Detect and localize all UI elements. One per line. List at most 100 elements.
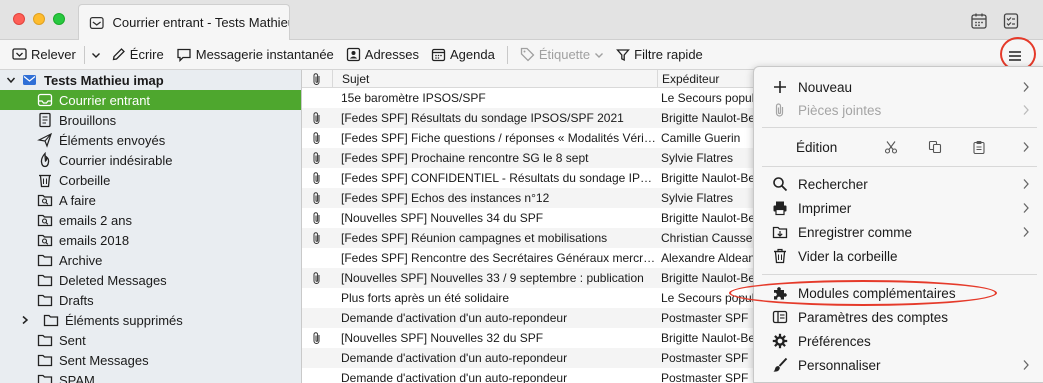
account-tests-mathieu[interactable]: Tests Mathieu imap [0, 70, 301, 90]
folder-item[interactable]: Courrier entrant [0, 90, 301, 110]
get-messages-dropdown[interactable] [87, 43, 105, 67]
message-row[interactable]: [Nouvelles SPF] Nouvelles 32 du SPF Brigi… [302, 328, 762, 348]
tag-label: Étiquette [538, 47, 591, 62]
message-row[interactable]: [Fedes SPF] Résultats du sondage IPSOS/S… [302, 108, 762, 128]
paperclip-icon [313, 132, 320, 144]
window-close-button[interactable] [13, 13, 25, 25]
filter-icon [616, 48, 631, 61]
menu-account-settings[interactable]: Paramètres des comptes [754, 305, 1043, 329]
message-list-header: Sujet Expéditeur [302, 70, 762, 88]
get-messages-button[interactable]: Relever [6, 43, 82, 67]
saved-search-icon [37, 212, 53, 228]
menu-divider [762, 127, 1037, 128]
menu-print[interactable]: Imprimer [754, 196, 1043, 220]
message-row[interactable]: Plus forts après un été solidaire Le Seco… [302, 288, 762, 308]
folder-item[interactable]: emails 2 ans [0, 210, 301, 230]
attachment-cell [302, 191, 332, 205]
gear-icon [772, 333, 788, 349]
message-sender: Brigitte Naulot-Bernard [661, 331, 762, 345]
paperclip-icon [313, 112, 320, 124]
title-bar: Courrier entrant - Tests Mathieu [0, 0, 1043, 40]
message-row[interactable]: Demande d'activation d'un auto-repondeur… [302, 368, 762, 383]
folder-item[interactable]: Éléments supprimés [0, 310, 301, 330]
twisty-closed-icon[interactable] [20, 315, 30, 325]
message-row[interactable]: [Fedes SPF] Fiche questions / réponses «… [302, 128, 762, 148]
trash-icon [37, 172, 53, 188]
mail-account-icon [23, 75, 36, 85]
folder-item[interactable]: Drafts [0, 290, 301, 310]
write-label: Écrire [129, 47, 164, 62]
paperclip-icon [313, 192, 320, 204]
message-subject: [Fedes SPF] Rencontre des Secrétaires Gé… [341, 251, 657, 265]
window-minimize-button[interactable] [33, 13, 45, 25]
menu-edit[interactable]: Édition [754, 135, 1043, 159]
subject-column-header[interactable]: Sujet [332, 70, 657, 87]
message-row[interactable]: [Fedes SPF] Réunion campagnes et mobilis… [302, 228, 762, 248]
menu-empty-trash[interactable]: Vider la corbeille [754, 244, 1043, 268]
attachment-column-header[interactable] [302, 72, 332, 86]
write-button[interactable]: Écrire [105, 43, 170, 67]
folder-item[interactable]: Archive [0, 250, 301, 270]
tag-button[interactable]: Étiquette [514, 43, 610, 67]
chat-button[interactable]: Messagerie instantanée [170, 43, 340, 67]
attachment-cell [302, 171, 332, 185]
folder-item[interactable]: emails 2018 [0, 230, 301, 250]
cut-icon[interactable] [884, 140, 898, 154]
menu-preferences-label: Préférences [798, 333, 871, 349]
from-column-header[interactable]: Expéditeur [657, 70, 762, 87]
calendar-button[interactable]: Agenda [425, 43, 501, 67]
folder-item[interactable]: Éléments envoyés [0, 130, 301, 150]
menu-save-as-label: Enregistrer comme [798, 224, 913, 240]
folder-item[interactable]: Courrier indésirable [0, 150, 301, 170]
folder-label: SPAM [59, 372, 95, 383]
folder-item[interactable]: Corbeille [0, 170, 301, 190]
twisty-open-icon[interactable] [6, 75, 16, 85]
tasks-icon[interactable] [1002, 12, 1020, 30]
menu-preferences[interactable]: Préférences [754, 329, 1043, 353]
folder-item[interactable]: Sent [0, 330, 301, 350]
folder-label: Archive [59, 252, 103, 268]
calendar-icon[interactable] [970, 12, 988, 30]
message-row[interactable]: [Nouvelles SPF] Nouvelles 33 / 9 septemb… [302, 268, 762, 288]
folder-item[interactable]: A faire [0, 190, 301, 210]
folder-item[interactable]: Brouillons [0, 110, 301, 130]
menu-divider [762, 274, 1037, 275]
message-sender: Brigitte Naulot-Bernard [661, 111, 762, 125]
window-maximize-button[interactable] [53, 13, 65, 25]
chat-label: Messagerie instantanée [195, 47, 334, 62]
message-row[interactable]: [Fedes SPF] CONFIDENTIEL - Résultats du … [302, 168, 762, 188]
attachment-cell [302, 151, 332, 165]
message-sender: Sylvie Flatres [661, 151, 734, 165]
trash-icon [774, 248, 786, 264]
folder-label: emails 2018 [59, 232, 130, 248]
saved-search-icon [37, 192, 53, 208]
message-subject: [Nouvelles SPF] Nouvelles 34 du SPF [341, 211, 544, 225]
paperclip-icon [775, 103, 784, 117]
address-book-button[interactable]: Adresses [340, 43, 425, 67]
toolbar-divider [506, 45, 508, 64]
paperclip-icon [313, 232, 320, 244]
message-sender: Postmaster SPF [661, 311, 749, 325]
message-row[interactable]: [Fedes SPF] Prochaine rencontre SG le 8 … [302, 148, 762, 168]
paste-icon[interactable] [972, 140, 986, 154]
copy-icon[interactable] [928, 140, 942, 154]
message-row[interactable]: Demande d'activation d'un auto-repondeur… [302, 348, 762, 368]
folder-item[interactable]: Deleted Messages [0, 270, 301, 290]
menu-search[interactable]: Rechercher [754, 172, 1043, 196]
message-row[interactable]: [Fedes SPF] Echos des instances n°12 Sylv… [302, 188, 762, 208]
menu-attachments[interactable]: Pièces jointes [754, 98, 1043, 122]
folder-item[interactable]: Sent Messages [0, 350, 301, 370]
message-row[interactable]: Demande d'activation d'un auto-repondeur… [302, 308, 762, 328]
paperclip-icon [313, 152, 320, 164]
menu-new[interactable]: Nouveau [754, 75, 1043, 99]
quick-filter-button[interactable]: Filtre rapide [610, 43, 709, 67]
message-row[interactable]: 15e baromètre IPSOS/SPF Le Secours popula… [302, 88, 762, 108]
folder-item[interactable]: SPAM [0, 370, 301, 383]
menu-customize[interactable]: Personnaliser [754, 353, 1043, 377]
message-row[interactable]: [Nouvelles SPF] Nouvelles 34 du SPF Brigi… [302, 208, 762, 228]
message-row[interactable]: [Fedes SPF] Rencontre des Secrétaires Gé… [302, 248, 762, 268]
printer-icon [773, 201, 787, 216]
menu-save-as[interactable]: Enregistrer comme [754, 220, 1043, 244]
message-subject: [Fedes SPF] CONFIDENTIEL - Résultats du … [341, 171, 657, 185]
tab-inbox[interactable]: Courrier entrant - Tests Mathieu [78, 4, 290, 40]
